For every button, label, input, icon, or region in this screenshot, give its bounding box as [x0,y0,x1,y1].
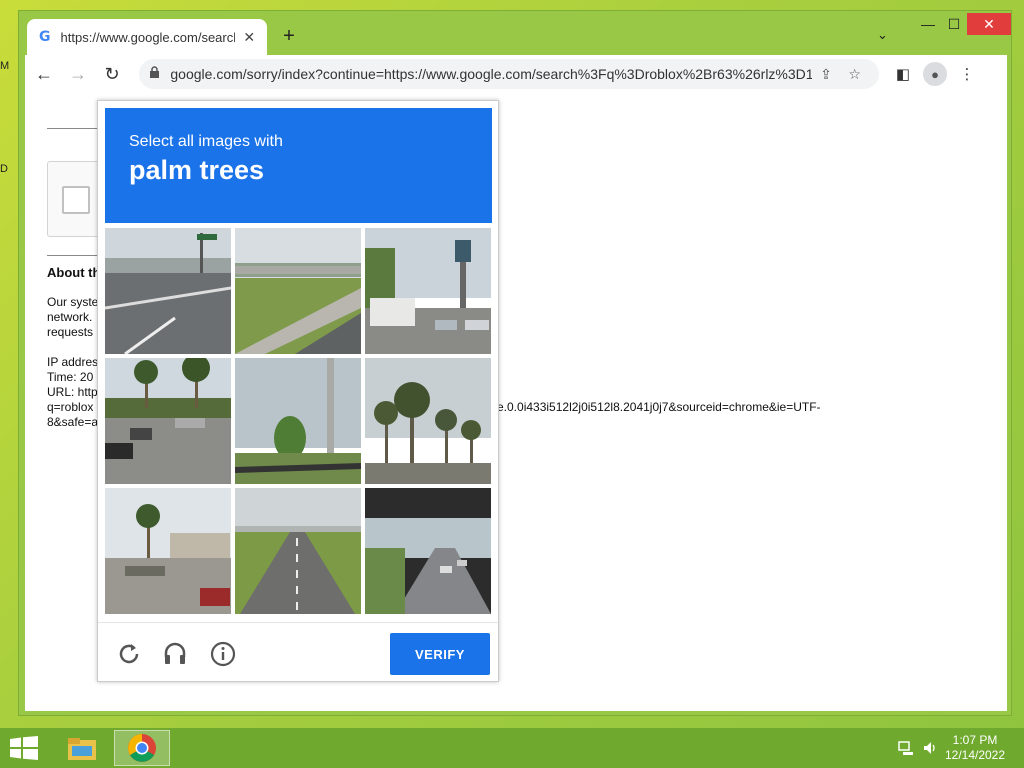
captcha-tile-2[interactable] [235,228,361,354]
clock-date: 12/14/2022 [944,748,1006,762]
captcha-challenge: Select all images with palm trees VERIFY [97,100,499,682]
back-arrow-icon[interactable]: ← [29,64,59,85]
lock-icon[interactable] [149,66,162,82]
browser-tab[interactable]: G https://www.google.com/search?q=roblox… [27,19,267,55]
minimize-button[interactable]: — [915,13,941,35]
desktop-icon-label: D [0,163,8,175]
reload-page-icon[interactable]: ↻ [97,64,127,85]
captcha-tile-5[interactable] [235,358,361,484]
captcha-tile-1[interactable] [105,228,231,354]
reload-icon[interactable] [116,641,142,667]
page-line: Time: 20 [47,370,94,384]
captcha-tile-3[interactable] [365,228,491,354]
google-favicon-icon: G [39,29,51,45]
recaptcha-checkbox[interactable] [62,186,90,214]
file-explorer-icon[interactable] [54,730,110,766]
bookmark-star-icon[interactable]: ☆ [840,66,869,83]
url-text[interactable]: google.com/sorry/index?continue=https://… [170,66,811,82]
page-line: Our syste [47,295,99,309]
page-line: requests [47,325,94,339]
page-line: URL: http [47,385,98,399]
captcha-tile-4[interactable] [105,358,231,484]
clock-time: 1:07 PM [952,733,998,747]
windows-start-icon[interactable] [10,736,38,765]
captcha-tile-6[interactable] [365,358,491,484]
browser-toolbar: ← → ↻ google.com/sorry/index?continue=ht… [25,55,1007,93]
network-icon[interactable] [898,740,914,756]
close-window-button[interactable]: ✕ [967,13,1011,35]
captcha-image-grid [105,228,492,615]
captcha-instruction: Select all images with [129,133,283,150]
address-bar[interactable]: google.com/sorry/index?continue=https://… [139,59,879,89]
captcha-tile-8[interactable] [235,488,361,614]
share-icon[interactable]: ⇪ [812,66,841,83]
close-tab-icon[interactable]: ✕ [241,29,257,46]
audio-icon[interactable] [162,641,188,667]
side-panel-icon[interactable]: ◧ [887,65,919,83]
captcha-header: Select all images with palm trees [105,108,492,223]
new-tab-button[interactable]: + [277,25,301,48]
captcha-target: palm trees [129,155,265,185]
captcha-tile-9[interactable] [365,488,491,614]
profile-avatar-icon[interactable]: ● [923,62,947,86]
url-tail-text: e.0.0i433i512l2j0i512l8.2041j0j7&sourcei… [497,400,821,414]
desktop-icon-label: M [0,60,10,72]
tab-title: https://www.google.com/search?q=roblox [60,29,236,45]
forward-arrow-icon[interactable]: → [63,64,93,85]
tab-search-chevron-icon[interactable]: ⌄ [877,27,888,43]
page-line: q=roblox [47,400,94,414]
about-heading: About th [47,265,101,280]
title-bar: G https://www.google.com/search?q=roblox… [19,11,1011,55]
page-line: 8&safe=a [47,415,99,429]
captcha-footer: VERIFY [98,622,498,682]
volume-icon[interactable] [922,740,938,756]
system-clock[interactable]: 1:07 PM 12/14/2022 [940,733,1010,763]
verify-button[interactable]: VERIFY [390,633,490,675]
taskbar: 1:07 PM 12/14/2022 [0,728,1024,768]
page-line: IP addres [47,355,99,369]
maximize-button[interactable]: ☐ [941,13,967,35]
info-icon[interactable] [210,641,236,667]
captcha-tile-7[interactable] [105,488,231,614]
page-line: network. [47,310,93,324]
menu-kebab-icon[interactable]: ⋮ [951,65,983,83]
chrome-taskbar-icon[interactable] [114,730,170,766]
